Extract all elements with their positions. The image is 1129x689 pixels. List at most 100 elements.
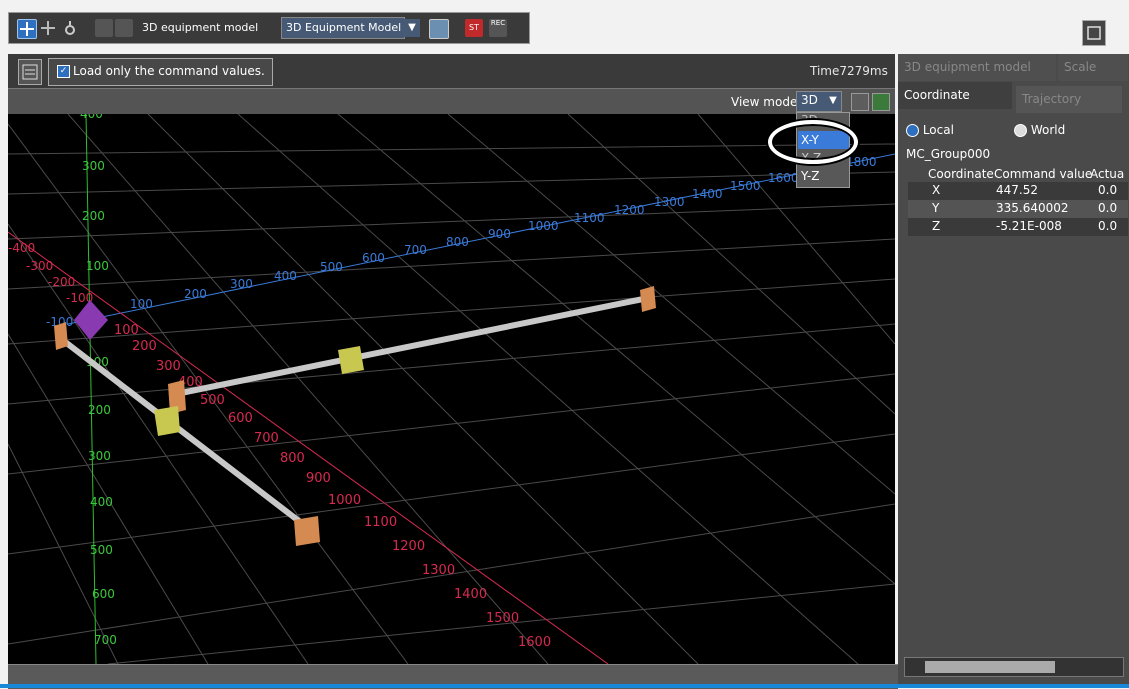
view-option-yz[interactable]: Y-Z [801, 169, 819, 183]
neg-tick-label: -300 [26, 259, 53, 273]
x-tick-label: 100 [114, 323, 139, 338]
y-rod [175, 295, 649, 397]
x-tick-label: 800 [280, 451, 305, 466]
zoom-tool-button[interactable] [61, 19, 79, 37]
x-tick-label: 1000 [328, 493, 361, 508]
model-label: 3D equipment model [142, 21, 259, 34]
row-actual: 0.0 [1098, 201, 1118, 215]
view-capture-button[interactable] [872, 93, 890, 111]
origin-marker [74, 300, 108, 340]
stop-button[interactable]: ST [465, 19, 483, 37]
row-command: 447.52 [996, 183, 1038, 197]
table-row[interactable]: X 447.52 0.0 [908, 182, 1128, 200]
slider-block [154, 406, 180, 436]
tab-trajectory[interactable]: Trajectory [1016, 86, 1122, 113]
x-tick-label: 900 [306, 471, 331, 486]
x-tick-label: 600 [228, 411, 253, 426]
rec-button[interactable]: REC [489, 19, 507, 37]
y-tick-label: 500 [320, 260, 343, 274]
z-tick-label: 400 [80, 114, 103, 121]
radio-unselected-icon [1014, 124, 1027, 137]
load-settings-button[interactable] [18, 59, 42, 85]
main-toolbar: 3D equipment model 3D Equipment Model ▼ … [8, 12, 530, 44]
tab-scale[interactable]: Scale [1058, 54, 1128, 81]
load-command-checkbox[interactable]: ✓ Load only the command values. [48, 58, 273, 86]
row-command: -5.21E-008 [996, 219, 1062, 233]
z-tick-label: 400 [90, 495, 113, 509]
accent-line [0, 684, 1129, 688]
model-select[interactable]: 3D Equipment Model [281, 17, 405, 39]
time-readout: Time7279ms [810, 64, 888, 78]
move-tool-button[interactable] [17, 19, 37, 39]
z-tick-label: 200 [88, 403, 111, 417]
z-axis-line [85, 114, 97, 664]
row-axis: Z [932, 219, 941, 233]
view-front-button[interactable] [95, 19, 113, 37]
y-tick-label: 800 [446, 235, 469, 249]
exit-icon [1087, 26, 1101, 40]
radio-world-label: World [1030, 123, 1066, 137]
rotate-tool-button[interactable] [39, 19, 57, 37]
y-tick-label: 1600 [768, 171, 799, 185]
x-tick-label: 1500 [486, 611, 519, 626]
joint-block [294, 516, 320, 546]
row-actual: 0.0 [1098, 219, 1118, 233]
z-tick-label: 500 [90, 543, 113, 557]
tab-3d-equipment-model[interactable]: 3D equipment model [898, 54, 1056, 81]
y-tick-label: 900 [488, 227, 511, 241]
row-command: 335.640002 [996, 201, 1069, 215]
scene[interactable]: 400 300 200 100 100 200 300 400 500 600 … [8, 114, 895, 664]
neg-tick-label: -200 [48, 275, 75, 289]
x-tick-label: 1200 [392, 539, 425, 554]
y-tick-label: 1200 [614, 203, 645, 217]
x-tick-label: 300 [156, 359, 181, 374]
view-mode-value: 3D [801, 93, 818, 107]
header-coordinate: Coordinate [928, 167, 994, 181]
radio-local[interactable]: Local [906, 123, 954, 137]
tab-coordinate[interactable]: Coordinate [898, 82, 1012, 109]
y-tick-label: 300 [230, 277, 253, 291]
x-tick-label: 1400 [454, 587, 487, 602]
y-tick-label: 700 [404, 243, 427, 257]
row-actual: 0.0 [1098, 183, 1118, 197]
view-reset-button[interactable] [851, 93, 869, 111]
x-tick-label: 500 [200, 393, 225, 408]
highlight-ring [768, 120, 858, 164]
rotate-icon [41, 21, 55, 35]
y-tick-label: 400 [274, 269, 297, 283]
neg-tick-label: -400 [8, 241, 35, 255]
z-tick-label: 600 [92, 587, 115, 601]
3d-viewport[interactable]: 400 300 200 100 100 200 300 400 500 600 … [8, 114, 895, 664]
radio-local-label: Local [922, 123, 954, 137]
y-tick-label: 1800 [846, 155, 877, 169]
y-tick-label: 100 [130, 297, 153, 311]
z-tick-label: 200 [82, 209, 105, 223]
group-name: MC_Group000 [906, 147, 991, 161]
z-tick-label: 700 [94, 633, 117, 647]
exit-button[interactable] [1082, 20, 1106, 46]
grid [8, 114, 895, 664]
display-button[interactable] [429, 19, 449, 39]
scrollbar-thumb[interactable] [925, 661, 1055, 673]
slider-block [338, 346, 364, 374]
radio-world[interactable]: World [1014, 123, 1065, 137]
z-tick-label: 300 [82, 159, 105, 173]
header-actual: Actua [1090, 167, 1125, 181]
model-select-value: 3D Equipment Model [286, 21, 402, 34]
checkbox-label: Load only the command values. [73, 64, 265, 78]
y-tick-label: 1000 [528, 219, 559, 233]
model-select-arrow[interactable]: ▼ [404, 19, 420, 37]
row-axis: X [932, 183, 941, 197]
horizontal-scrollbar[interactable] [904, 657, 1124, 677]
view-mode-label: View mode [731, 95, 798, 109]
table-row[interactable]: Y 335.640002 0.0 [908, 200, 1128, 218]
view-mode-arrow[interactable]: ▼ [826, 92, 840, 110]
z-tick-label: 100 [86, 259, 109, 273]
x-tick-label: 1600 [518, 635, 551, 650]
y-tick-label: 1300 [654, 195, 685, 209]
row-axis: Y [932, 201, 940, 215]
move-icon [20, 22, 34, 36]
z-tick-label: 300 [88, 449, 111, 463]
view-side-button[interactable] [115, 19, 133, 37]
table-row[interactable]: Z -5.21E-008 0.0 [908, 218, 1128, 236]
